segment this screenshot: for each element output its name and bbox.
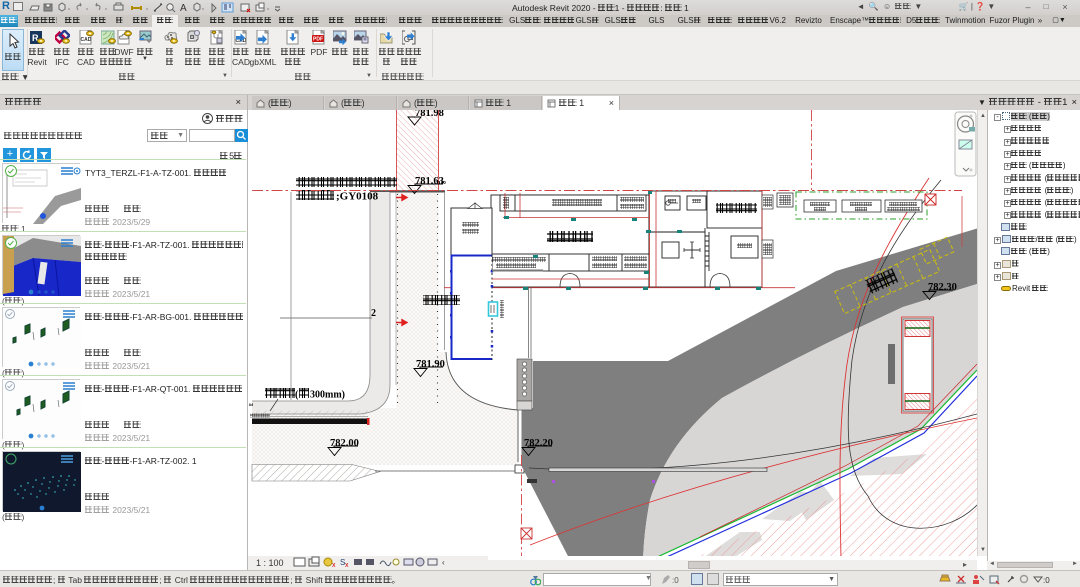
svg-text::0: :0 [672,576,679,585]
svg-text:;GY0108: ;GY0108 [336,191,379,203]
svg-text:CAD: CAD [80,37,91,43]
svg-text:PDF: PDF [313,37,323,43]
svg-text:2: 2 [371,308,376,319]
svg-text:1100: 1100 [436,180,446,185]
svg-text:781.98: 781.98 [415,110,444,119]
svg-text:300mm): 300mm) [310,390,345,401]
svg-text:x: x [345,562,349,568]
svg-text:A: A [180,3,187,13]
svg-text:x: x [332,562,336,568]
svg-text::0: :0 [1043,576,1050,585]
svg-text:‹: ‹ [442,558,445,567]
